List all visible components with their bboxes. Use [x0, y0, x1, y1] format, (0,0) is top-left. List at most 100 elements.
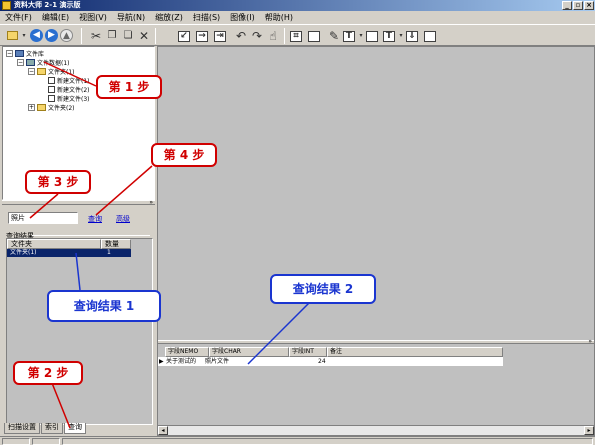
right-splitter[interactable]: » [158, 338, 594, 345]
app-icon [2, 1, 11, 10]
callout-step4: 第 4 步 [151, 143, 217, 167]
back-icon[interactable]: ◀ [30, 29, 43, 42]
scroll-right-icon[interactable]: ▸ [584, 426, 594, 435]
tree-label: 文件夹(2) [48, 105, 75, 112]
new-folder-icon[interactable] [4, 28, 20, 44]
tree-label: 文件库 [26, 51, 45, 58]
scan-next-icon[interactable]: → [196, 31, 208, 42]
up-icon[interactable]: ▲ [60, 29, 73, 42]
cell-count: 1 [107, 249, 111, 256]
folder-icon [37, 104, 46, 111]
tree-item-folder1[interactable]: − 文件夹(1) [28, 67, 75, 76]
column-header[interactable]: 字段CHAR [209, 347, 289, 357]
status-bar [0, 436, 595, 445]
expand-icon[interactable]: + [28, 104, 35, 111]
chevron-down-icon[interactable]: » [149, 199, 153, 206]
file-icon [48, 86, 55, 93]
status-cell [32, 438, 60, 445]
status-cell [62, 438, 593, 445]
collapse-icon[interactable]: − [6, 50, 13, 57]
horizontal-scrollbar[interactable]: ◂ ▸ [158, 425, 594, 435]
tree-label: 新建文件(2) [57, 87, 90, 94]
rotate-right-icon[interactable]: ↷ [249, 28, 265, 44]
title-bar: 资料大师 2-1 演示版 _ ▫ × [0, 0, 595, 11]
close-button[interactable]: × [584, 1, 594, 10]
scan-end-icon[interactable]: ⇥ [214, 31, 226, 42]
tree-item-db[interactable]: − 文件数据(1) [17, 58, 70, 67]
cell-int: 24 [318, 358, 326, 365]
pen-icon[interactable]: ✎ [326, 28, 342, 44]
frame-icon[interactable] [308, 31, 320, 42]
tree-label: 文件数据(1) [37, 60, 70, 67]
cell-folder: 文件夹(1) [10, 249, 37, 256]
tree-item-folder2[interactable]: + 文件夹(2) [28, 103, 75, 112]
rotate-left-icon[interactable]: ↶ [233, 28, 249, 44]
search-input[interactable]: 照片 [8, 212, 78, 224]
cell-memo: 关于测试的 [166, 358, 197, 365]
restore-button[interactable]: ▫ [573, 1, 583, 10]
column-header[interactable]: 备注 [327, 347, 503, 357]
library-icon [15, 50, 24, 57]
menu-help[interactable]: 帮助(H) [260, 12, 298, 24]
stamp-icon[interactable]: ⇓ [406, 31, 418, 42]
column-header[interactable]: 字段NEMO [165, 347, 209, 357]
status-cell [2, 438, 30, 445]
rect-icon[interactable] [366, 31, 378, 42]
menu-view[interactable]: 视图(V) [74, 12, 112, 24]
file-icon [48, 95, 55, 102]
text-box-icon[interactable]: T [383, 31, 395, 42]
toolbar: ▾ ◀ ▶ ▲ ✂ ❐ ❏ ✕ ↙ → ⇥ ↶ ↷ ☝ ⌗ ✎ T ▾ T ▾ … [0, 24, 595, 46]
menu-image[interactable]: 图像(I) [225, 12, 260, 24]
crop-icon[interactable]: ⌗ [290, 31, 302, 42]
hand-icon[interactable]: ☝ [265, 28, 281, 44]
tab-scan-settings[interactable]: 扫描设置 [4, 423, 40, 434]
tree-label: 新建文件(3) [57, 96, 90, 103]
database-icon [26, 59, 35, 66]
tree-label: 新建文件(1) [57, 78, 90, 85]
tree-item-file[interactable]: 新建文件(3) [48, 94, 90, 103]
column-header[interactable]: 数量 [101, 239, 131, 249]
scan-icon[interactable]: ↙ [178, 31, 190, 42]
collapse-icon[interactable]: − [17, 59, 24, 66]
tab-query[interactable]: 查询 [64, 423, 86, 434]
menu-navigate[interactable]: 导航(N) [112, 12, 150, 24]
cut-icon[interactable]: ✂ [88, 28, 104, 44]
menu-edit[interactable]: 编辑(E) [37, 12, 74, 24]
dropdown-arrow-icon[interactable]: ▾ [398, 28, 404, 44]
chevron-down-icon[interactable]: » [588, 338, 592, 345]
delete-icon[interactable]: ✕ [136, 28, 152, 44]
scroll-left-icon[interactable]: ◂ [158, 426, 168, 435]
left-splitter[interactable]: » [2, 199, 155, 206]
column-header[interactable]: 字段INT [289, 347, 327, 357]
column-header[interactable]: 文件夹 [7, 239, 101, 249]
blank-icon[interactable] [424, 31, 436, 42]
tree-item-file[interactable]: 新建文件(1) [48, 76, 90, 85]
table-row[interactable]: ▶ 关于测试的 照片文件 24 [158, 357, 503, 366]
callout-result2: 查询结果 2 [270, 274, 376, 304]
menu-zoom[interactable]: 缩放(Z) [150, 12, 188, 24]
copy-icon[interactable]: ❐ [104, 28, 120, 44]
table-row[interactable]: 文件夹(1) 1 [7, 249, 131, 257]
text-icon[interactable]: T [343, 31, 355, 42]
tree-label: 文件夹(1) [48, 69, 75, 76]
dropdown-arrow-icon[interactable]: ▾ [21, 28, 27, 44]
callout-result1: 查询结果 1 [47, 290, 161, 322]
callout-step1: 第 1 步 [96, 75, 162, 99]
paste-icon[interactable]: ❏ [120, 28, 136, 44]
tree-item-file[interactable]: 新建文件(2) [48, 85, 90, 94]
tree-item-root[interactable]: − 文件库 [6, 49, 44, 58]
collapse-icon[interactable]: − [28, 68, 35, 75]
folder-icon [37, 68, 46, 75]
callout-step2: 第 2 步 [13, 361, 83, 385]
query-link[interactable]: 查询 [88, 214, 102, 224]
menu-file[interactable]: 文件(F) [0, 12, 37, 24]
callout-step3: 第 3 步 [25, 170, 91, 194]
result-grid: 文件夹 数量 文件夹(1) 1 [6, 238, 153, 425]
forward-icon[interactable]: ▶ [45, 29, 58, 42]
tab-index[interactable]: 索引 [41, 423, 63, 434]
window-title: 资料大师 2-1 演示版 [14, 1, 81, 9]
menu-scan[interactable]: 扫描(S) [188, 12, 225, 24]
minimize-button[interactable]: _ [562, 1, 572, 10]
dropdown-arrow-icon[interactable]: ▾ [358, 28, 364, 44]
advanced-link[interactable]: 高级 [116, 214, 130, 224]
